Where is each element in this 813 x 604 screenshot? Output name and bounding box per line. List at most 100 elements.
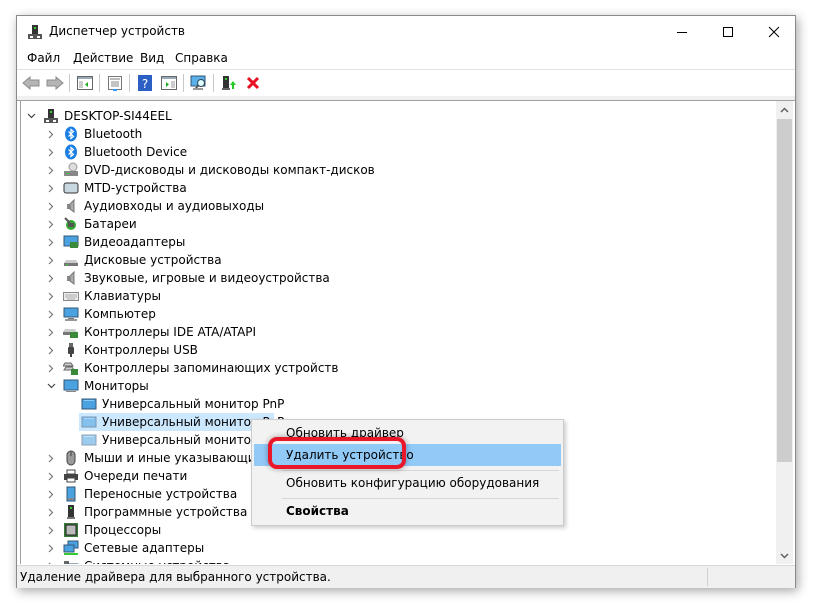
scroll-up-button[interactable] xyxy=(776,101,793,118)
chevron-right-icon[interactable] xyxy=(45,341,57,359)
tree-category[interactable]: Мониторы xyxy=(21,377,776,395)
tree-item-label: Bluetooth Device xyxy=(84,145,188,159)
tree-item-label: Контроллеры запоминающих устройств xyxy=(84,361,339,375)
chevron-right-icon[interactable] xyxy=(45,323,57,341)
tree-category[interactable]: Контроллеры IDE ATA/ATAPI xyxy=(21,323,776,341)
menu-item-properties[interactable]: Свойства xyxy=(254,500,561,522)
tree-category[interactable]: Системные устройства xyxy=(21,557,776,564)
tree-item-label: Клавиатуры xyxy=(84,289,161,303)
monitor-icon xyxy=(63,378,79,394)
chevron-right-icon[interactable] xyxy=(45,215,57,233)
properties-icon xyxy=(108,76,122,91)
system-device-icon xyxy=(63,558,79,564)
vertical-scrollbar[interactable] xyxy=(776,101,793,564)
title-bar: Диспетчер устройств xyxy=(17,16,795,48)
chevron-right-icon[interactable] xyxy=(45,251,57,269)
tree-item-label: Аудиовходы и аудиовыходы xyxy=(84,199,265,213)
bluetooth-icon xyxy=(63,144,79,160)
console-tree-button[interactable] xyxy=(75,73,95,93)
properties-button[interactable] xyxy=(105,73,125,93)
chevron-right-icon[interactable] xyxy=(45,485,57,503)
tree-category[interactable]: Звуковые, игровые и видеоустройства xyxy=(21,269,776,287)
software-device-icon xyxy=(63,504,79,520)
portable-device-icon xyxy=(63,486,79,502)
keyboard-icon xyxy=(63,288,79,304)
tree-item-label: DVD-дисководы и дисководы компакт-дисков xyxy=(84,163,375,177)
chevron-right-icon[interactable] xyxy=(45,521,57,539)
menu-action[interactable]: Действие xyxy=(73,51,133,65)
status-text: Удаление драйвера для выбранного устройс… xyxy=(20,570,331,584)
tree-category[interactable]: Аудиовходы и аудиовыходы xyxy=(21,197,776,215)
ide-controller-icon xyxy=(63,324,79,340)
toolbar: ? xyxy=(17,69,795,96)
svg-text:?: ? xyxy=(142,77,148,91)
chevron-right-icon[interactable] xyxy=(45,449,57,467)
chevron-right-icon[interactable] xyxy=(45,125,57,143)
chevron-right-icon[interactable] xyxy=(45,269,57,287)
chevron-down-icon xyxy=(780,552,789,559)
tree-item-label: Системные устройства xyxy=(84,557,230,564)
menu-item-scan-hardware[interactable]: Обновить конфигурацию оборудования xyxy=(254,472,561,494)
back-button[interactable] xyxy=(21,73,41,93)
tree-category[interactable]: DVD-дисководы и дисководы компакт-дисков xyxy=(21,161,776,179)
tree-category[interactable]: MTD-устройства xyxy=(21,179,776,197)
toolbar-separator xyxy=(99,74,100,92)
tree-item-label: Процессоры xyxy=(84,523,162,537)
chevron-right-icon[interactable] xyxy=(45,557,57,564)
toolbar-separator xyxy=(213,74,214,92)
chevron-right-icon[interactable] xyxy=(45,503,57,521)
chevron-right-icon[interactable] xyxy=(45,287,57,305)
tree-item-label: Звуковые, игровые и видеоустройства xyxy=(84,271,330,285)
update-driver-button[interactable] xyxy=(219,73,239,93)
tree-root[interactable]: DESKTOP-SI44EEL xyxy=(21,107,776,125)
tree-item-label: Батареи xyxy=(84,217,137,231)
toolbar-separator xyxy=(183,74,184,92)
console-tree-icon xyxy=(77,76,93,90)
action-pane-icon xyxy=(161,76,177,90)
tree-category[interactable]: Bluetooth xyxy=(21,125,776,143)
chevron-right-icon[interactable] xyxy=(45,539,57,557)
tree-category[interactable]: Контроллеры запоминающих устройств xyxy=(21,359,776,377)
speaker-icon xyxy=(63,270,79,286)
tree-item-label: Сетевые адаптеры xyxy=(84,541,205,555)
chevron-right-icon[interactable] xyxy=(45,467,57,485)
scroll-down-button[interactable] xyxy=(776,547,793,564)
scrollbar-thumb[interactable] xyxy=(777,119,792,462)
arrow-right-icon xyxy=(46,76,64,90)
chevron-right-icon[interactable] xyxy=(45,359,57,377)
tree-category[interactable]: Видеоадаптеры xyxy=(21,233,776,251)
action-pane-button[interactable] xyxy=(159,73,179,93)
chevron-down-icon[interactable] xyxy=(45,377,57,395)
tree-item-label: Компьютер xyxy=(84,307,156,321)
tree-category[interactable]: Батареи xyxy=(21,215,776,233)
tree-category[interactable]: Контроллеры USB xyxy=(21,341,776,359)
chevron-right-icon[interactable] xyxy=(45,161,57,179)
menu-help[interactable]: Справка xyxy=(175,51,228,65)
storage-controller-icon xyxy=(62,360,79,376)
mouse-icon xyxy=(63,450,79,466)
chevron-right-icon[interactable] xyxy=(45,179,57,197)
tree-category[interactable]: Bluetooth Device xyxy=(21,143,776,161)
chevron-right-icon[interactable] xyxy=(45,233,57,251)
tree-device[interactable]: Универсальный монитор PnP xyxy=(21,395,776,413)
help-button[interactable]: ? xyxy=(135,73,155,93)
uninstall-device-button[interactable] xyxy=(243,73,263,93)
device-manager-app-icon xyxy=(28,25,42,39)
chevron-right-icon[interactable] xyxy=(45,305,57,323)
chevron-right-icon[interactable] xyxy=(45,197,57,215)
scan-hardware-button[interactable] xyxy=(189,73,209,93)
forward-button[interactable] xyxy=(45,73,65,93)
menu-file[interactable]: Файл xyxy=(27,51,60,65)
maximize-button[interactable] xyxy=(705,16,751,48)
tree-item-label: DESKTOP-SI44EEL xyxy=(64,109,172,123)
minimize-button[interactable] xyxy=(659,16,705,48)
tree-category[interactable]: Сетевые адаптеры xyxy=(21,539,776,557)
tree-category[interactable]: Клавиатуры xyxy=(21,287,776,305)
chevron-right-icon[interactable] xyxy=(45,143,57,161)
tree-category[interactable]: Дисковые устройства xyxy=(21,251,776,269)
menu-view[interactable]: Вид xyxy=(140,51,164,65)
close-button[interactable] xyxy=(751,16,797,48)
help-icon: ? xyxy=(138,75,152,91)
chevron-down-icon[interactable] xyxy=(25,107,37,125)
tree-category[interactable]: Компьютер xyxy=(21,305,776,323)
